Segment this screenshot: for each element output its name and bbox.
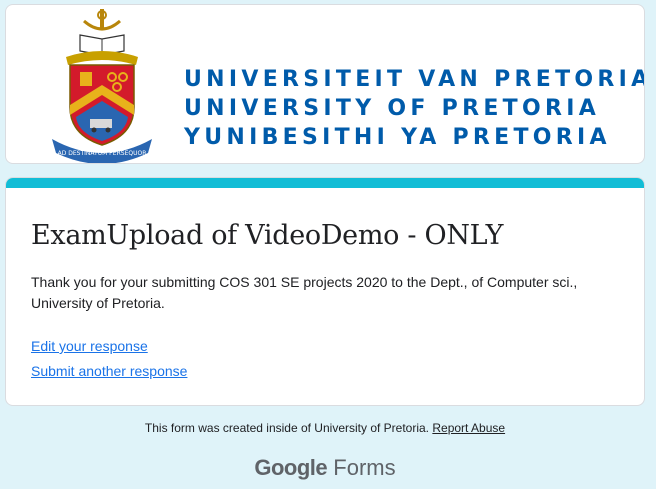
university-name: UNIVERSITEIT VAN PRETORIA UNIVERSITY OF … — [184, 65, 645, 152]
google-wordmark: Google — [254, 455, 328, 480]
university-crest-icon: AD DESTINATUM PERSEQUOR — [52, 9, 152, 163]
form-title: ExamUpload of VideoDemo - ONLY — [31, 220, 504, 251]
forms-wordmark: Forms — [333, 455, 396, 480]
header-banner: AD DESTINATUM PERSEQUOR UNIVERSITEIT VAN… — [5, 4, 645, 164]
university-name-sepedi: YUNIBESITHI YA PRETORIA — [184, 125, 611, 150]
report-abuse-link[interactable]: Report Abuse — [432, 421, 505, 435]
university-name-afrikaans: UNIVERSITEIT VAN PRETORIA — [184, 67, 645, 92]
footer-disclaimer: This form was created inside of Universi… — [0, 421, 650, 435]
google-forms-logo[interactable]: Google Forms — [0, 455, 650, 481]
submit-another-response-link[interactable]: Submit another response — [31, 363, 187, 379]
confirmation-message: Thank you for your submitting COS 301 SE… — [31, 274, 578, 311]
university-name-english: UNIVERSITY OF PRETORIA — [184, 96, 601, 121]
theme-accent-bar — [6, 178, 644, 188]
svg-text:AD DESTINATUM PERSEQUOR: AD DESTINATUM PERSEQUOR — [58, 150, 147, 157]
edit-response-link[interactable]: Edit your response — [31, 338, 148, 354]
response-card: ExamUpload of VideoDemo - ONLY Thank you… — [5, 177, 645, 406]
footer-created-text: This form was created inside of Universi… — [144, 421, 430, 435]
